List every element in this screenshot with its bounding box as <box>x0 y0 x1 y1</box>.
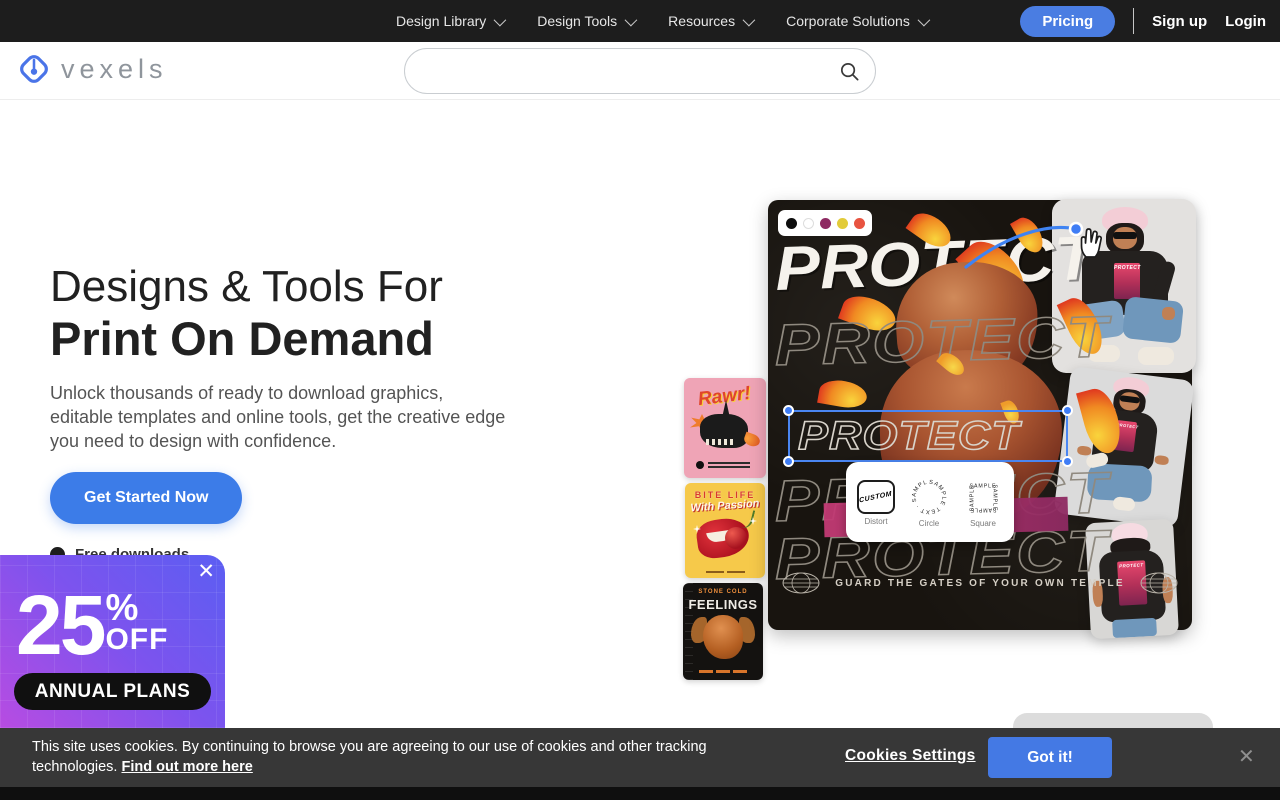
warp-option-square[interactable]: SAMPLE SAMPLE SAMPLE SAMPLE Square <box>963 478 1003 528</box>
nav-label: Design Tools <box>537 13 617 29</box>
chevron-down-icon <box>494 13 507 26</box>
square-text-preview-icon: SAMPLE SAMPLE SAMPLE SAMPLE <box>963 478 1003 516</box>
swatch-yellow <box>837 218 848 229</box>
swatch-white <box>803 218 814 229</box>
globe-wireframe-icon <box>781 572 821 594</box>
nav-label: Resources <box>668 13 735 29</box>
poster-thumbnail-rawr: Rawr! <box>684 378 766 478</box>
poster-caption-marks <box>696 460 750 470</box>
cookie-close-icon[interactable]: ✕ <box>1238 744 1255 769</box>
sneaker-shape <box>1112 496 1135 512</box>
dino-skull-graphic <box>700 414 748 448</box>
chevron-down-icon <box>743 13 756 26</box>
promo-off-label: OFF <box>105 625 168 655</box>
warp-option-distort[interactable]: CUSTOM Distort <box>857 480 895 526</box>
nav-label: Corporate Solutions <box>786 13 910 29</box>
cookies-settings-link[interactable]: Cookies Settings <box>845 747 976 765</box>
main-menu: Design Library Design Tools Resources Co… <box>396 0 927 42</box>
search-input[interactable] <box>425 53 825 89</box>
nav-item-resources[interactable]: Resources <box>668 13 752 29</box>
vexels-logo-icon <box>16 51 52 87</box>
top-navigation-bar: Design Library Design Tools Resources Co… <box>0 0 1280 42</box>
nav-actions: Pricing Sign up Login <box>1020 0 1266 42</box>
cookie-message: This site uses cookies. By continuing to… <box>32 738 712 777</box>
divider <box>1133 8 1134 34</box>
get-started-button[interactable]: Get Started Now <box>50 472 242 524</box>
hero-illustration: Rawr! BITE LIFE With Passion STONE COLD … <box>680 195 1200 695</box>
svg-text:SAMPLE TEXT · SAMPLE TEXT ·: SAMPLE TEXT · SAMPLE TEXT · <box>909 478 946 514</box>
chevron-down-icon <box>917 13 930 26</box>
poster-feelings-title: FEELINGS <box>683 597 763 612</box>
promo-plan-badge: ANNUAL PLANS <box>14 673 211 710</box>
poster-caption-marks <box>685 571 765 573</box>
cherub-graphic <box>703 615 743 659</box>
promo-popup-25-off[interactable]: ✕ 25 % OFF ANNUAL PLANS <box>0 555 225 755</box>
sneaker-shape <box>1138 347 1174 365</box>
flame-shape <box>742 432 761 449</box>
nav-item-design-library[interactable]: Design Library <box>396 13 503 29</box>
jeans-shape <box>1122 296 1184 344</box>
promo-discount: 25 % OFF <box>16 583 168 667</box>
hand-cursor-icon <box>1076 225 1106 261</box>
design-tagline-row: GUARD THE GATES OF YOUR OWN TEMPLE <box>768 572 1192 594</box>
signup-link[interactable]: Sign up <box>1152 13 1207 30</box>
globe-wireframe-icon <box>1139 572 1179 594</box>
hero-title: Designs & Tools For Print On Demand <box>50 262 443 366</box>
jeans-shape <box>1112 618 1157 638</box>
warp-option-label: Square <box>970 519 996 528</box>
warp-option-label: Distort <box>864 517 887 526</box>
hand-shape <box>1154 455 1169 466</box>
promo-close-icon[interactable]: ✕ <box>197 561 215 582</box>
tshirt-print-graphic: PROTECT <box>1114 263 1140 299</box>
cookie-consent-banner: This site uses cookies. By continuing to… <box>0 728 1280 787</box>
selection-handle[interactable] <box>1062 456 1073 467</box>
distort-preview-icon: CUSTOM <box>857 480 895 514</box>
page: Design Library Design Tools Resources Co… <box>0 0 1280 800</box>
circle-text-preview-icon: SAMPLE TEXT · SAMPLE TEXT · <box>909 478 949 516</box>
nav-item-design-tools[interactable]: Design Tools <box>537 13 634 29</box>
search-bar <box>404 48 876 94</box>
site-header: vexels <box>0 42 1280 100</box>
search-icon[interactable] <box>838 60 861 83</box>
hero-title-line1: Designs & Tools For <box>50 262 443 312</box>
svg-text:SAMPLE: SAMPLE <box>970 485 976 512</box>
selected-text-protect: PROTECT <box>798 414 1020 459</box>
hero-title-line2: Print On Demand <box>50 312 443 366</box>
flame-shape <box>817 377 869 411</box>
hand-shape <box>1162 307 1175 320</box>
bottom-dark-strip <box>0 787 1280 800</box>
brand-name: vexels <box>61 54 168 85</box>
selection-handle[interactable] <box>1062 405 1073 416</box>
swatch-plum <box>820 218 831 229</box>
warp-option-circle[interactable]: SAMPLE TEXT · SAMPLE TEXT · Circle <box>909 478 949 528</box>
poster-feelings-eyebrow: STONE COLD <box>683 589 763 595</box>
login-link[interactable]: Login <box>1225 13 1266 30</box>
vexels-logo[interactable]: vexels <box>16 51 168 87</box>
svg-text:SAMPLE: SAMPLE <box>991 485 997 512</box>
pricing-button[interactable]: Pricing <box>1020 6 1115 37</box>
poster-thumbnail-bite-life: BITE LIFE With Passion <box>685 483 765 578</box>
selection-box[interactable]: PROTECT <box>788 410 1068 462</box>
selection-handle[interactable] <box>783 456 794 467</box>
cherry-graphic <box>725 527 747 549</box>
nav-item-corporate-solutions[interactable]: Corporate Solutions <box>786 13 927 29</box>
promo-percent-sign: % <box>105 591 168 625</box>
cookie-find-out-more-link[interactable]: Find out more here <box>121 759 252 775</box>
nav-label: Design Library <box>396 13 486 29</box>
swatch-black <box>786 218 797 229</box>
poster-caption-marks <box>683 670 763 673</box>
poster-thumbnail-feelings: STONE COLD FEELINGS <box>683 583 763 680</box>
cookie-accept-button[interactable]: Got it! <box>988 737 1112 778</box>
chevron-down-icon <box>625 13 638 26</box>
color-swatch-pill <box>778 210 872 236</box>
design-text-protect-outline: PROTECT <box>774 303 1110 379</box>
selection-handle[interactable] <box>783 405 794 416</box>
sunglasses-shape <box>1113 232 1137 239</box>
swatch-red <box>854 218 865 229</box>
hero-description: Unlock thousands of ready to download gr… <box>50 381 510 453</box>
warp-option-label: Circle <box>919 519 939 528</box>
text-warp-toolbar: CUSTOM Distort SAMPLE TEXT · SAMPLE TEXT… <box>846 462 1014 542</box>
promo-number: 25 <box>16 583 103 667</box>
design-tagline: GUARD THE GATES OF YOUR OWN TEMPLE <box>835 578 1124 589</box>
